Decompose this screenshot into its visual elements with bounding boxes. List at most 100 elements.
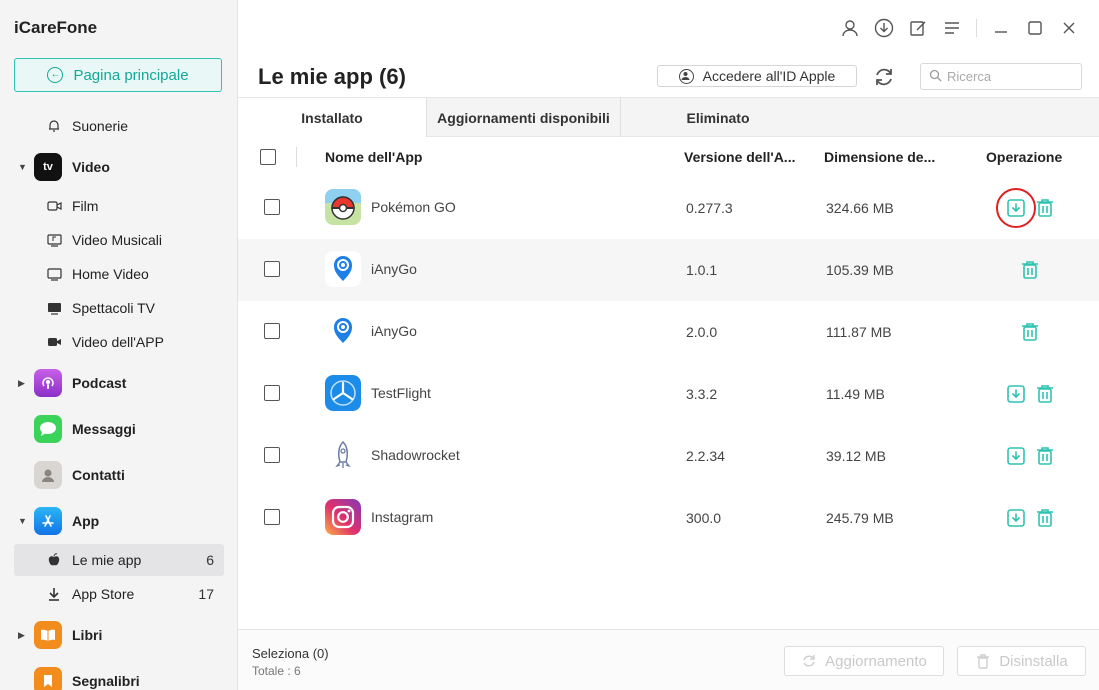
- delete-button[interactable]: [1034, 383, 1056, 405]
- app-version: 2.0.0: [686, 324, 718, 340]
- row-checkbox[interactable]: [264, 447, 280, 463]
- table-row: TestFlight 3.3.2 11.49 MB: [238, 363, 1099, 425]
- ianygo-logo: [325, 251, 361, 287]
- sidebar-category-messages[interactable]: ▶ Messaggi: [14, 411, 224, 447]
- selection-count: Seleziona (0): [252, 646, 329, 661]
- apple-tv-icon: tv: [34, 153, 62, 181]
- sidebar-item-music-video[interactable]: Video Musicali: [14, 224, 224, 256]
- column-header-version[interactable]: Versione dell'A...: [684, 149, 809, 165]
- row-checkbox[interactable]: [264, 385, 280, 401]
- app-version: 2.2.34: [686, 448, 725, 464]
- maximize-icon[interactable]: [1025, 18, 1045, 38]
- sidebar-item-app-video[interactable]: Video dell'APP: [14, 326, 224, 358]
- column-header-operation: Operazione: [986, 149, 1063, 165]
- tab-bar: Installato Aggiornamenti disponibili Eli…: [238, 97, 1099, 137]
- export-button[interactable]: [1005, 383, 1027, 405]
- apple-id-login-label: Accedere all'ID Apple: [702, 68, 836, 84]
- monitor-icon: [46, 267, 62, 281]
- sidebar-category-label: Libri: [72, 627, 103, 643]
- app-name: Shadowrocket: [371, 447, 460, 463]
- home-button[interactable]: ← Pagina principale: [14, 58, 222, 92]
- refresh-icon[interactable]: [873, 66, 895, 88]
- contacts-icon: [34, 461, 62, 489]
- sidebar-category-bookmarks[interactable]: ▶ Segnalibri: [14, 663, 224, 690]
- item-count: 17: [198, 586, 214, 602]
- page-title: Le mie app (6): [258, 64, 406, 89]
- app-version: 3.3.2: [686, 386, 718, 402]
- sidebar-category-label: App: [72, 513, 100, 529]
- ianygo-logo: [325, 313, 361, 349]
- tab-updates-available[interactable]: Aggiornamenti disponibili: [427, 98, 621, 137]
- app-size: 245.79 MB: [826, 510, 894, 526]
- sidebar-category-books[interactable]: ▶ Libri: [14, 617, 224, 653]
- app-name: Pokémon GO: [371, 199, 456, 215]
- download-circle-icon[interactable]: [874, 18, 894, 38]
- menu-icon[interactable]: [942, 18, 962, 38]
- sidebar-item-ringtones[interactable]: Suonerie: [14, 110, 224, 142]
- delete-button[interactable]: [1034, 197, 1056, 219]
- feedback-icon[interactable]: [908, 18, 928, 38]
- item-count: 6: [206, 552, 214, 568]
- caret-right-icon: ▶: [18, 377, 25, 388]
- close-icon[interactable]: [1059, 18, 1079, 38]
- export-button[interactable]: [1005, 507, 1027, 529]
- messages-icon: [34, 415, 62, 443]
- update-button[interactable]: Aggiornamento: [784, 646, 944, 676]
- total-count: Totale : 6: [252, 664, 301, 678]
- shadowrocket-logo: [325, 437, 361, 473]
- apple-id-login-button[interactable]: Accedere all'ID Apple: [657, 65, 857, 87]
- table-row: Pokémon GO 0.277.3 324.66 MB: [238, 177, 1099, 239]
- app-name: iAnyGo: [371, 323, 417, 339]
- column-header-size[interactable]: Dimensione de...: [824, 149, 949, 165]
- sidebar-item-my-apps[interactable]: Le mie app 6: [14, 544, 224, 576]
- search-input[interactable]: [947, 69, 1077, 84]
- sidebar-category-contacts[interactable]: ▶ Contatti: [14, 457, 224, 493]
- sidebar-category-label: Video: [72, 159, 110, 175]
- trash-icon: [977, 654, 990, 669]
- search-box: [920, 63, 1082, 90]
- window-toolbar: [840, 18, 1079, 38]
- export-button[interactable]: [1005, 197, 1027, 219]
- sidebar-item-tv-shows[interactable]: Spettacoli TV: [14, 292, 224, 324]
- app-size: 324.66 MB: [826, 200, 894, 216]
- select-all-checkbox[interactable]: [260, 149, 276, 165]
- podcast-icon: [34, 369, 62, 397]
- sidebar-item-label: Home Video: [72, 266, 149, 282]
- app-name: iAnyGo: [371, 261, 417, 277]
- column-header-name[interactable]: Nome dell'App: [325, 149, 422, 165]
- sidebar-category-app[interactable]: ▼ App: [14, 503, 224, 539]
- row-checkbox[interactable]: [264, 261, 280, 277]
- sidebar-item-label: Le mie app: [72, 552, 142, 568]
- uninstall-button[interactable]: Disinstalla: [957, 646, 1086, 676]
- caret-right-icon: ▶: [18, 629, 25, 640]
- app-version: 1.0.1: [686, 262, 718, 278]
- sidebar-item-app-store[interactable]: App Store 17: [14, 578, 224, 610]
- tab-installed[interactable]: Installato: [238, 98, 427, 137]
- row-checkbox[interactable]: [264, 509, 280, 525]
- sidebar-item-home-video[interactable]: Home Video: [14, 258, 224, 290]
- sidebar-category-video[interactable]: ▼ tv Video: [14, 149, 224, 185]
- delete-button[interactable]: [1034, 507, 1056, 529]
- sidebar-category-label: Contatti: [72, 467, 125, 483]
- refresh-icon: [803, 655, 815, 667]
- app-size: 111.87 MB: [826, 324, 892, 340]
- table-row: iAnyGo 2.0.0 111.87 MB: [238, 301, 1099, 363]
- export-button[interactable]: [1005, 445, 1027, 467]
- sidebar-item-film[interactable]: Film: [14, 190, 224, 222]
- delete-button[interactable]: [1034, 445, 1056, 467]
- minimize-icon[interactable]: [991, 18, 1011, 38]
- app-store-icon: [34, 507, 62, 535]
- delete-button[interactable]: [1019, 321, 1041, 343]
- user-icon[interactable]: [840, 18, 860, 38]
- row-checkbox[interactable]: [264, 323, 280, 339]
- testflight-logo: [325, 375, 361, 411]
- bell-icon: [46, 119, 62, 133]
- tab-deleted[interactable]: Eliminato: [621, 98, 815, 137]
- footer-bar: Seleziona (0) Totale : 6 Aggiornamento D…: [238, 629, 1099, 690]
- row-checkbox[interactable]: [264, 199, 280, 215]
- user-circle-icon: [678, 68, 694, 84]
- instagram-logo: [325, 499, 361, 535]
- delete-button[interactable]: [1019, 259, 1041, 281]
- sidebar-category-podcast[interactable]: ▶ Podcast: [14, 365, 224, 401]
- app-version: 0.277.3: [686, 200, 733, 216]
